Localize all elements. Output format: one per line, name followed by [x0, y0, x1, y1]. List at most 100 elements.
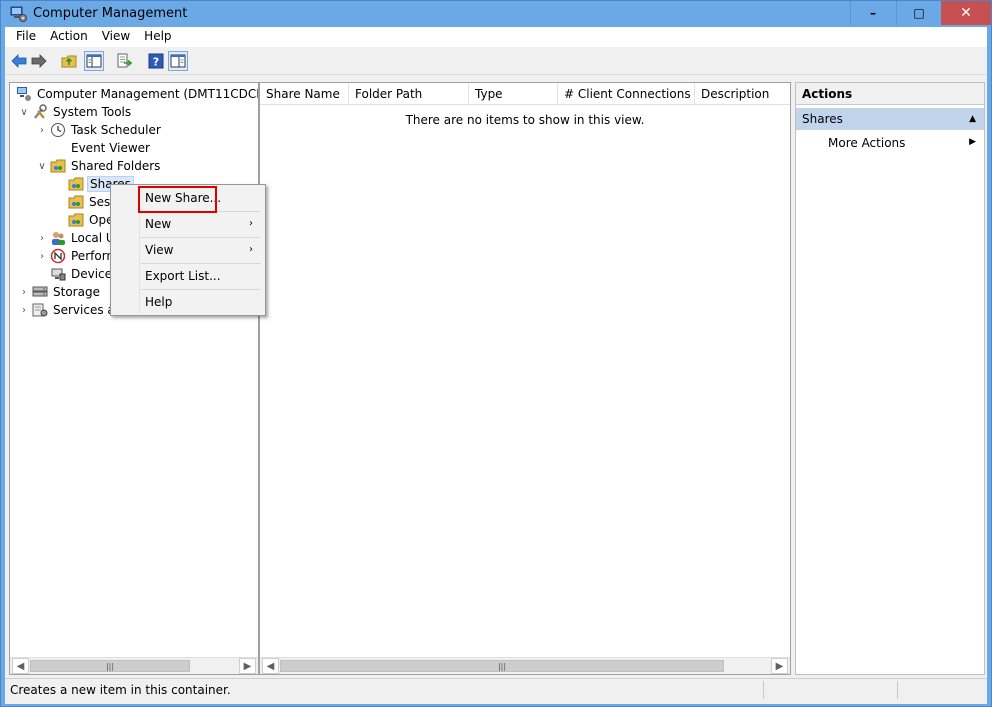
scroll-left-icon[interactable]: ◀: [12, 658, 29, 674]
menu-separator: [141, 289, 261, 290]
properties-icon: [170, 54, 186, 68]
actions-header: Actions: [796, 83, 984, 105]
storage-icon: [32, 286, 48, 297]
actions-section-label: Shares: [802, 112, 843, 126]
more-actions-item[interactable]: More Actions ▶: [796, 133, 984, 153]
performance-icon: [50, 248, 66, 264]
menu-item-label: Help: [145, 295, 173, 309]
menu-separator: [141, 263, 261, 264]
menu-bar: File Action View Help: [5, 27, 987, 47]
column-type[interactable]: Type: [469, 83, 558, 105]
menu-item-label: New: [145, 217, 172, 231]
scroll-right-icon[interactable]: ▶: [771, 658, 788, 674]
column-share-name[interactable]: Share Name: [260, 83, 349, 105]
tree-item-system-tools[interactable]: ∨ System Tools: [16, 103, 133, 121]
back-arrow-icon: [11, 54, 27, 68]
tree-item-shared-folders[interactable]: ∨ Shared Folders: [34, 157, 162, 175]
menu-help[interactable]: Help: [137, 27, 178, 47]
tree-item-storage[interactable]: › Storage: [16, 283, 102, 301]
maximize-icon: □: [913, 6, 925, 20]
tree-label-root: Computer Management (DMT11CDCLBC: [37, 87, 259, 101]
tree-item-computer-management[interactable]: Computer Management (DMT11CDCLBC: [16, 85, 259, 103]
title-bar[interactable]: Computer Management – □ ✕: [1, 1, 991, 27]
forward-button[interactable]: [29, 51, 49, 71]
submenu-arrow-icon: ▶: [969, 137, 976, 147]
properties-button[interactable]: [168, 51, 188, 71]
results-list-pane[interactable]: Share Name Folder Path Type # Client Con…: [259, 82, 791, 675]
scroll-right-icon[interactable]: ▶: [239, 658, 256, 674]
tree-item-performance[interactable]: › Perforn: [34, 247, 116, 265]
tree-item-local-users[interactable]: › Local U: [34, 229, 117, 247]
scrollbar-thumb[interactable]: |||: [280, 660, 724, 672]
scroll-left-icon[interactable]: ◀: [262, 658, 279, 674]
list-column-header: Share Name Folder Path Type # Client Con…: [260, 83, 790, 105]
export-list-icon: [117, 53, 132, 68]
system-tools-icon: [34, 104, 47, 119]
forward-arrow-icon: [31, 54, 47, 68]
menu-item-new[interactable]: New ›: [113, 213, 263, 235]
menu-item-export-list[interactable]: Export List...: [113, 265, 263, 287]
shared-folder-icon: [68, 213, 84, 227]
close-button[interactable]: ✕: [941, 1, 991, 25]
expand-chevron-icon[interactable]: ›: [16, 305, 32, 316]
minimize-icon: –: [870, 6, 876, 20]
tree-item-event-viewer[interactable]: Event Viewer: [34, 139, 152, 157]
window-title: Computer Management: [33, 6, 188, 21]
console-tree-pane[interactable]: Computer Management (DMT11CDCLBC ∨ Syste…: [9, 82, 259, 675]
expand-chevron-icon[interactable]: ›: [34, 125, 50, 136]
tree-item-device-manager[interactable]: Device: [34, 265, 114, 283]
close-icon: ✕: [960, 5, 972, 21]
menu-separator: [141, 237, 261, 238]
tree-label-system-tools: System Tools: [53, 105, 132, 119]
shared-folder-icon: [50, 159, 66, 173]
menu-item-label: Export List...: [145, 269, 221, 283]
status-text: Creates a new item in this container.: [10, 683, 231, 697]
scrollbar-thumb[interactable]: |||: [30, 660, 190, 672]
back-button[interactable]: [9, 51, 29, 71]
shared-folder-icon: [68, 177, 84, 191]
toolbar: ?: [5, 47, 987, 75]
tree-label-device-manager: Device: [71, 267, 113, 281]
menu-action[interactable]: Action: [43, 27, 95, 47]
client-area: File Action View Help ? Computer Managem…: [5, 27, 987, 704]
tree-item-task-scheduler[interactable]: › Task Scheduler: [34, 121, 163, 139]
tree-horizontal-scrollbar[interactable]: ◀ ||| ▶: [10, 657, 258, 674]
column-folder-path[interactable]: Folder Path: [349, 83, 469, 105]
computer-management-window: Computer Management – □ ✕ File Action Vi…: [0, 0, 992, 707]
device-manager-icon: [51, 268, 66, 281]
minimize-button[interactable]: –: [850, 1, 895, 25]
tree-item-open-files[interactable]: Ope: [52, 211, 115, 229]
column-description[interactable]: Description: [695, 83, 790, 105]
tree-label-performance: Perforn: [71, 249, 115, 263]
users-icon: [52, 232, 65, 245]
maximize-button[interactable]: □: [896, 1, 941, 25]
menu-file[interactable]: File: [9, 27, 43, 47]
expand-chevron-icon[interactable]: ›: [34, 251, 50, 262]
computer-management-icon: [17, 87, 31, 101]
clock-icon: [51, 123, 65, 137]
column-client-connections[interactable]: # Client Connections: [558, 83, 695, 105]
tree-item-services[interactable]: › Services an: [16, 301, 124, 319]
expand-chevron-icon[interactable]: ›: [34, 233, 50, 244]
menu-view[interactable]: View: [95, 27, 137, 47]
actions-section-shares[interactable]: Shares ▲: [796, 108, 984, 130]
list-horizontal-scrollbar[interactable]: ◀ ||| ▶: [260, 657, 790, 674]
collapse-up-icon[interactable]: ▲: [969, 114, 976, 124]
show-hide-console-tree-icon: [86, 54, 102, 68]
services-icon: [32, 303, 48, 317]
up-one-level-button[interactable]: [59, 51, 79, 71]
event-viewer-icon: [50, 140, 66, 156]
collapse-chevron-icon[interactable]: ∨: [16, 107, 32, 118]
empty-list-message: There are no items to show in this view.: [405, 113, 645, 127]
status-bar: Creates a new item in this container.: [5, 678, 987, 700]
collapse-chevron-icon[interactable]: ∨: [34, 161, 50, 172]
status-divider: [763, 681, 764, 699]
menu-item-view[interactable]: View ›: [113, 239, 263, 261]
expand-chevron-icon[interactable]: ›: [16, 287, 32, 298]
show-hide-console-tree-button[interactable]: [84, 51, 104, 71]
export-list-button[interactable]: [114, 51, 134, 71]
help-button[interactable]: ?: [146, 51, 166, 71]
tree-item-sessions[interactable]: Sess: [52, 193, 119, 211]
menu-item-help[interactable]: Help: [113, 291, 263, 313]
menu-item-label: View: [145, 243, 174, 257]
